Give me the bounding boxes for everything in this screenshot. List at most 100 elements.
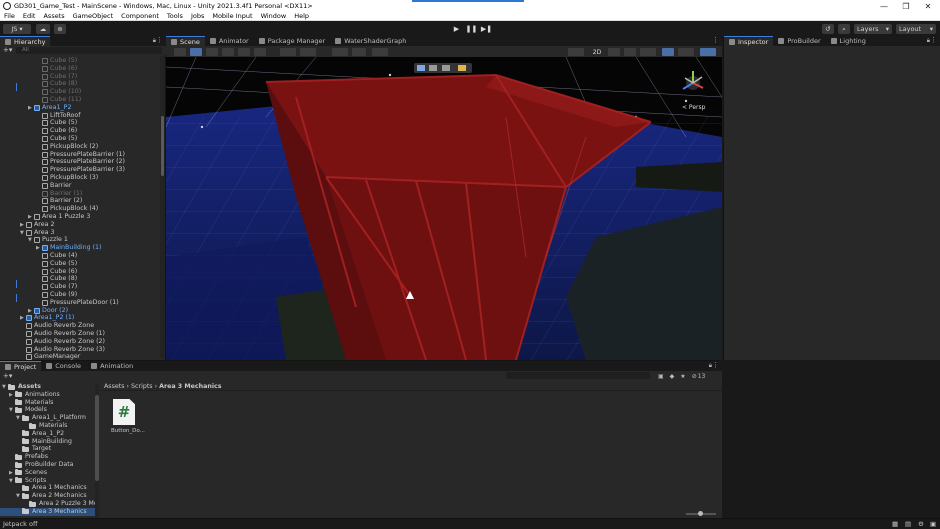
hierarchy-row[interactable]: ▶ Area1_P2 (1) bbox=[20, 314, 74, 322]
slider-knob[interactable] bbox=[698, 511, 703, 516]
inspector-tab-lighting[interactable]: Lighting bbox=[825, 36, 871, 46]
create-asset-button[interactable]: +▾ bbox=[3, 372, 12, 380]
lighting-toggle-icon[interactable] bbox=[608, 48, 620, 56]
project-search-input[interactable] bbox=[506, 372, 650, 379]
menu-item-component[interactable]: Component bbox=[117, 12, 163, 20]
menu-item-tools[interactable]: Tools bbox=[163, 12, 187, 20]
play-button[interactable]: ▶ bbox=[449, 23, 464, 34]
project-tab-project[interactable]: Project bbox=[0, 361, 42, 371]
hierarchy-row[interactable]: Barrier (1) bbox=[36, 190, 82, 198]
hierarchy-row[interactable]: PickupBlock (2) bbox=[36, 143, 98, 151]
scene-tab-package-manager[interactable]: Package Manager bbox=[253, 36, 331, 46]
cache-icon[interactable]: ▤ bbox=[905, 519, 911, 529]
hierarchy-row[interactable]: Cube (7) bbox=[36, 73, 77, 81]
folder-tree-item[interactable]: Area 2 Puzzle 3 Mec bbox=[23, 500, 98, 508]
collab-icon[interactable]: ⊛ bbox=[54, 24, 66, 34]
hierarchy-row[interactable]: Cube (8) bbox=[36, 275, 77, 283]
folder-tree-item[interactable]: ▶ Scenes bbox=[9, 469, 47, 477]
hierarchy-row[interactable]: Cube (5) bbox=[36, 135, 77, 143]
rect-tool-icon[interactable] bbox=[238, 48, 250, 56]
hierarchy-row[interactable]: Cube (6) bbox=[36, 65, 77, 73]
icon-size-slider[interactable] bbox=[686, 511, 716, 516]
audio-toggle-icon[interactable] bbox=[624, 48, 636, 56]
kebab-menu-icon[interactable]: ⋮ bbox=[930, 36, 937, 44]
hierarchy-row[interactable]: LiftToRoof bbox=[36, 112, 80, 120]
effects-dropdown[interactable] bbox=[640, 48, 656, 56]
menu-item-assets[interactable]: Assets bbox=[39, 12, 68, 20]
hierarchy-row[interactable]: Cube (5) bbox=[36, 57, 77, 65]
tab-hierarchy[interactable]: Hierarchy bbox=[0, 36, 51, 46]
filter-type-icon[interactable]: ▣ bbox=[658, 373, 664, 380]
favorite-icon[interactable]: ★ bbox=[680, 373, 685, 380]
breadcrumb-item[interactable]: Area 3 Mechanics bbox=[159, 383, 221, 390]
layout-dropdown[interactable]: Layout ▾ bbox=[896, 24, 936, 34]
camera-dropdown[interactable] bbox=[678, 48, 694, 56]
account-dropdown[interactable]: JS ▾ bbox=[3, 24, 31, 34]
hierarchy-row[interactable]: Barrier (2) bbox=[36, 197, 82, 205]
scene-view[interactable]: < Persp bbox=[166, 57, 722, 360]
menu-item-window[interactable]: Window bbox=[257, 12, 291, 20]
hierarchy-row[interactable]: GameManager bbox=[20, 353, 80, 360]
hierarchy-row[interactable]: Cube (5) bbox=[36, 119, 77, 127]
probuilder-toggle[interactable] bbox=[372, 48, 388, 56]
shading-mode-dropdown[interactable] bbox=[568, 48, 584, 56]
menu-item-file[interactable]: File bbox=[0, 12, 19, 20]
inspector-tab-probuilder[interactable]: ProBuilder bbox=[773, 36, 826, 46]
step-button[interactable]: ▶❚ bbox=[479, 23, 494, 34]
hierarchy-row[interactable]: ▶ Area 1 Puzzle 3 bbox=[28, 213, 90, 221]
menu-item-mobile-input[interactable]: Mobile Input bbox=[208, 12, 256, 20]
inspector-tab-inspector[interactable]: Inspector bbox=[724, 36, 774, 46]
hierarchy-row[interactable]: Cube (10) bbox=[36, 88, 81, 96]
hierarchy-row[interactable]: ▼ Area 3 bbox=[20, 229, 55, 237]
hidden-packages-icon[interactable]: ⊘ bbox=[692, 373, 697, 380]
grid-snap-toggle[interactable] bbox=[332, 48, 348, 56]
folder-tree-item[interactable]: Materials bbox=[23, 422, 67, 430]
close-button[interactable]: ✕ bbox=[918, 0, 938, 12]
hierarchy-row[interactable]: Audio Reverb Zone (3) bbox=[20, 346, 105, 354]
folder-tree-item[interactable]: ▼ Scripts bbox=[9, 477, 46, 485]
hierarchy-row[interactable]: PressurePlateBarrier (1) bbox=[36, 151, 125, 159]
hierarchy-row[interactable]: ▶ MainBuilding (1) bbox=[36, 244, 102, 252]
hierarchy-row[interactable]: Audio Reverb Zone (2) bbox=[20, 338, 105, 346]
rotate-tool-icon[interactable] bbox=[206, 48, 218, 56]
scale-tool-icon[interactable] bbox=[222, 48, 234, 56]
hierarchy-row[interactable]: ▶ Area 2 bbox=[20, 221, 55, 229]
hierarchy-row[interactable]: ▶ Area1_P2 bbox=[28, 104, 71, 112]
hidden-objects-icon[interactable] bbox=[662, 48, 674, 56]
persp-label[interactable]: < Persp bbox=[682, 104, 705, 111]
maximize-button[interactable]: ❐ bbox=[896, 0, 916, 12]
hierarchy-row[interactable]: Cube (9) bbox=[36, 291, 77, 299]
folder-tree-item[interactable]: Prefabs bbox=[9, 453, 48, 461]
snap-increment-toggle[interactable] bbox=[352, 48, 366, 56]
kebab-menu-icon[interactable]: ⋮ bbox=[712, 361, 719, 369]
hierarchy-row[interactable]: PickupBlock (3) bbox=[36, 174, 98, 182]
notifications-icon[interactable]: ▣ bbox=[930, 519, 936, 529]
project-tab-animation[interactable]: Animation bbox=[86, 361, 139, 371]
menu-item-edit[interactable]: Edit bbox=[19, 12, 40, 20]
scene-tab-animator[interactable]: Animator bbox=[204, 36, 254, 46]
gizmos-dropdown[interactable] bbox=[700, 48, 716, 56]
2d-toggle[interactable]: 2D bbox=[590, 48, 604, 56]
progress-icon[interactable]: ▦ bbox=[892, 519, 898, 529]
hierarchy-row[interactable]: Cube (5) bbox=[36, 260, 77, 268]
project-tab-console[interactable]: Console bbox=[41, 361, 87, 371]
hierarchy-row[interactable]: Cube (11) bbox=[36, 96, 81, 104]
debug-icon[interactable]: ⚙ bbox=[918, 519, 924, 529]
folder-tree-item[interactable]: Materials bbox=[9, 399, 53, 407]
pause-button[interactable]: ❚❚ bbox=[464, 23, 479, 34]
hierarchy-search-input[interactable]: All bbox=[16, 47, 162, 54]
search-icon[interactable]: ⌕ bbox=[838, 24, 850, 34]
hierarchy-row[interactable]: ▶ Door (2) bbox=[28, 307, 68, 315]
scene-tab-scene[interactable]: Scene bbox=[166, 36, 205, 46]
move-tool-icon[interactable] bbox=[190, 48, 202, 56]
pivot-toggle[interactable] bbox=[280, 48, 296, 56]
folder-tree-item[interactable]: ▼ Area1_L_Platform bbox=[16, 414, 86, 422]
hierarchy-row[interactable]: PressurePlateBarrier (2) bbox=[36, 158, 125, 166]
folder-tree-item[interactable]: Area 1 Mechanics bbox=[16, 484, 87, 492]
breadcrumb-item[interactable]: Assets bbox=[104, 383, 125, 390]
transform-tool-icon[interactable] bbox=[254, 48, 266, 56]
hierarchy-row[interactable]: Cube (4) bbox=[36, 252, 77, 260]
scene-tab-watershadergraph[interactable]: WaterShaderGraph bbox=[330, 36, 412, 46]
folder-tree-item[interactable]: Area 3 Mechanics bbox=[0, 507, 96, 516]
folder-tree-item[interactable]: ▼ Area 2 Mechanics bbox=[16, 492, 87, 500]
